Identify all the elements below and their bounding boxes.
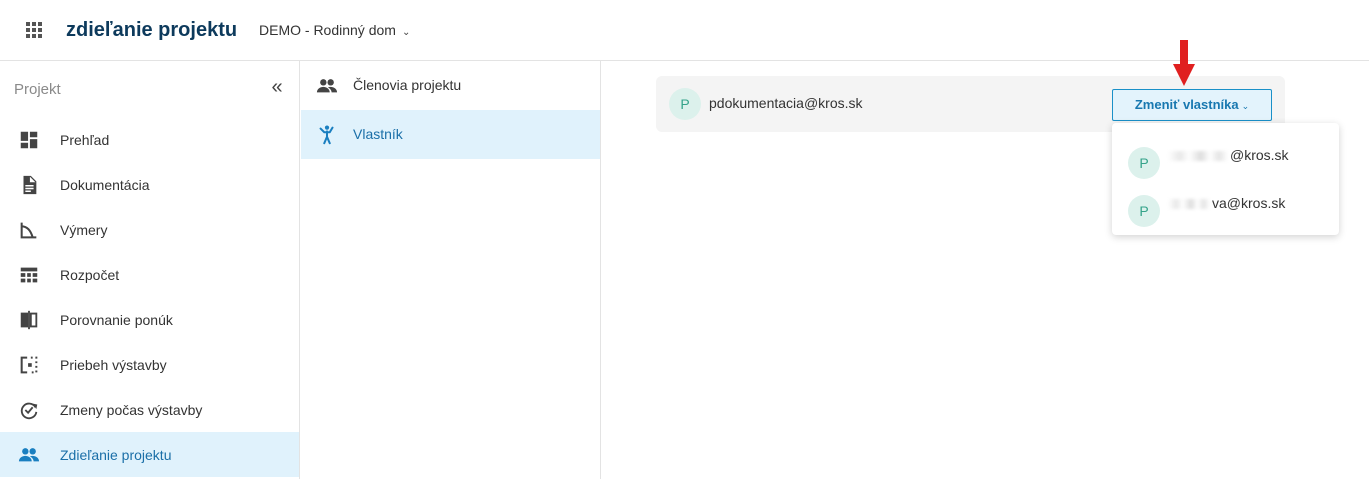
red-arrow-icon [1173, 40, 1195, 86]
sidebar-item-label: Porovnanie ponúk [60, 311, 173, 328]
apps-grid-icon[interactable] [26, 22, 43, 39]
avatar: P [1128, 147, 1160, 179]
progress-icon [20, 356, 38, 374]
sidebar-item-zdielanie-projektu[interactable]: Zdieľanie projektu [0, 432, 299, 477]
owner-email: pdokumentacia@kros.sk [709, 95, 863, 111]
redacted-text [1168, 199, 1210, 210]
sidebar-title: Projekt [14, 81, 61, 98]
measure-icon [20, 222, 37, 239]
redacted-text [1168, 151, 1228, 162]
top-header: zdieľanie projektu DEMO - Rodinný dom ⌄ [0, 0, 1369, 61]
subnav-item-label: Členovia projektu [353, 77, 462, 93]
dropdown-email: va@kros.sk [1168, 195, 1285, 211]
email-domain: va@kros.sk [1212, 195, 1286, 211]
dropdown-item[interactable]: P @kros.sk [1112, 131, 1339, 179]
sidebar-item-label: Prehľad [60, 131, 110, 148]
email-domain: @kros.sk [1230, 147, 1289, 163]
owner-dropdown: P @kros.sk P va@kros.sk [1112, 123, 1339, 235]
chevron-down-icon: ⌄ [401, 27, 411, 38]
chevron-down-icon: ⌄ [1241, 101, 1250, 111]
subnav-item-vlastnik[interactable]: Vlastník [301, 110, 600, 159]
sidebar-nav: Prehľad Dokumentácia Výmery Rozpočet Por… [0, 117, 299, 477]
budget-table-icon [20, 267, 38, 283]
project-selector[interactable]: DEMO - Rodinný dom ⌄ [259, 22, 410, 38]
changes-cycle-icon [20, 402, 38, 420]
sidebar-item-rozpocet[interactable]: Rozpočet [0, 252, 299, 297]
subnav-item-label: Vlastník [353, 126, 403, 142]
avatar: P [669, 88, 701, 120]
compare-icon [20, 310, 38, 330]
dashboard-icon [20, 131, 38, 149]
sidebar-item-label: Zmeny počas výstavby [60, 401, 203, 418]
app-title: zdieľanie projektu [66, 19, 238, 41]
sidebar-item-label: Zdieľanie projektu [60, 446, 172, 463]
collapse-sidebar-icon[interactable]: « [266, 77, 288, 99]
sidebar-item-dokumentacia[interactable]: Dokumentácia [0, 162, 299, 207]
sidebar-item-label: Priebeh výstavby [60, 356, 167, 373]
sidebar-item-prehlad[interactable]: Prehľad [0, 117, 299, 162]
sidebar-item-priebeh-vystavby[interactable]: Priebeh výstavby [0, 342, 299, 387]
project-name: DEMO - Rodinný dom [259, 22, 396, 38]
sidebar: Projekt « Prehľad Dokumentácia Výmery Ro… [0, 61, 300, 479]
dropdown-email: @kros.sk [1168, 147, 1289, 163]
avatar: P [1128, 195, 1160, 227]
subnav: Členovia projektu Vlastník [301, 61, 601, 479]
sidebar-item-porovnanie-ponuk[interactable]: Porovnanie ponúk [0, 297, 299, 342]
subnav-item-clenovia[interactable]: Členovia projektu [301, 61, 600, 110]
sidebar-item-label: Výmery [60, 221, 108, 238]
people-icon [316, 79, 338, 93]
people-icon [18, 448, 40, 462]
sidebar-item-label: Rozpočet [60, 266, 120, 283]
document-icon [23, 175, 37, 195]
dropdown-item[interactable]: P va@kros.sk [1112, 179, 1339, 227]
sidebar-item-label: Dokumentácia [60, 176, 150, 193]
sidebar-item-zmeny-pocas-vystavby[interactable]: Zmeny počas výstavby [0, 387, 299, 432]
person-waving-icon [319, 125, 334, 145]
sidebar-item-vymery[interactable]: Výmery [0, 207, 299, 252]
change-owner-button[interactable]: Zmeniť vlastníka ⌄ [1112, 89, 1272, 121]
change-owner-label: Zmeniť vlastníka [1134, 97, 1239, 112]
